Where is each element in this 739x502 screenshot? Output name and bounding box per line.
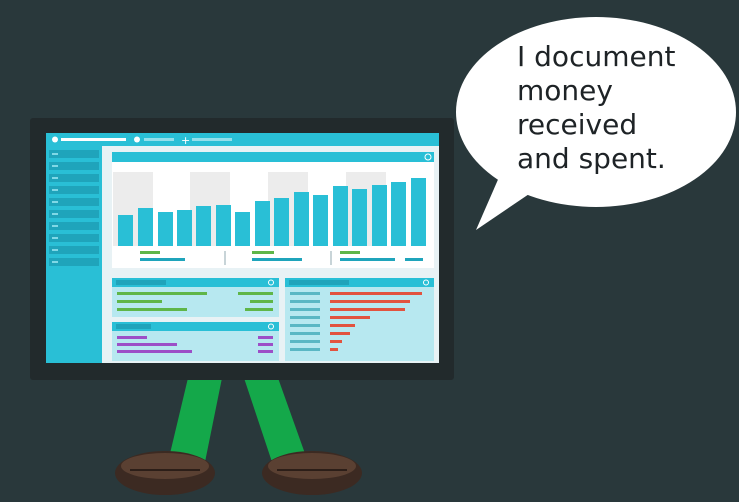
chart-bar xyxy=(118,215,133,246)
chart-bar xyxy=(255,201,270,246)
svg-text:+: + xyxy=(181,134,190,147)
chart-bar xyxy=(196,206,211,246)
chart-bar xyxy=(158,212,173,246)
chart-bar xyxy=(313,195,328,246)
chart-bar xyxy=(235,212,250,246)
chart-bar xyxy=(411,178,426,246)
chart-bar xyxy=(352,189,367,246)
chart-bar xyxy=(216,205,231,246)
chart-bar xyxy=(391,182,406,246)
monitor-icon: + xyxy=(30,118,454,380)
legs xyxy=(168,378,308,462)
speech-bubble-text: I document money received and spent. xyxy=(517,40,676,175)
chart-bar xyxy=(294,192,309,246)
chart-bar xyxy=(274,198,289,246)
chart-bar xyxy=(372,185,387,246)
chart-bar xyxy=(138,208,153,246)
shoes xyxy=(115,451,362,495)
chart-bar xyxy=(177,210,192,246)
chart-panel-header xyxy=(112,152,434,162)
left-leg xyxy=(168,378,222,462)
right-leg xyxy=(244,378,308,462)
chart-bar xyxy=(333,186,348,246)
